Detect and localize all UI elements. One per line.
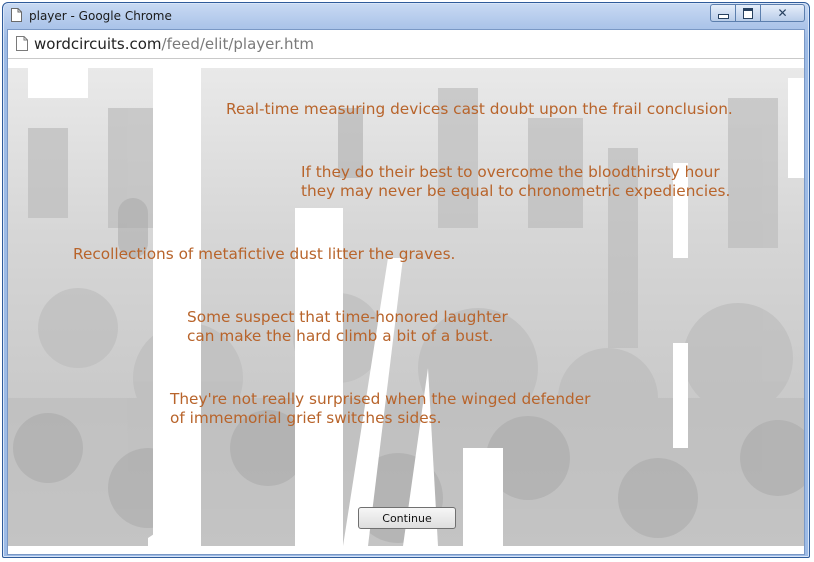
title-bar[interactable]: player - Google Chrome ✕ — [3, 3, 809, 29]
close-icon: ✕ — [777, 6, 788, 20]
address-bar[interactable]: wordcircuits.com/feed/elit/player.htm — [8, 30, 804, 59]
page-viewport: Real-time measuring devices cast doubt u… — [8, 59, 804, 554]
url-host: wordcircuits.com — [34, 35, 162, 53]
close-button[interactable]: ✕ — [761, 4, 805, 22]
document-icon — [11, 8, 22, 22]
url-text[interactable]: wordcircuits.com/feed/elit/player.htm — [34, 35, 314, 53]
poem-line: They're not really surprised when the wi… — [170, 390, 591, 408]
url-path: /feed/elit/player.htm — [161, 35, 314, 53]
poem-line: of immemorial grief switches sides. — [170, 409, 442, 427]
browser-window: player - Google Chrome ✕ wordcircuits.co… — [2, 2, 810, 558]
document-icon — [16, 36, 28, 51]
maximize-button[interactable] — [736, 4, 761, 22]
poem-line: Some suspect that time-honored laughter — [187, 308, 508, 326]
window-title: player - Google Chrome — [29, 9, 172, 23]
browser-client-area: wordcircuits.com/feed/elit/player.htm Re… — [7, 29, 805, 555]
background-collage — [8, 68, 804, 546]
poem-line: Real-time measuring devices cast doubt u… — [226, 100, 733, 118]
poem-line: can make the hard climb a bit of a bust. — [187, 327, 494, 345]
window-controls: ✕ — [710, 4, 805, 22]
poem-line: Recollections of metafictive dust litter… — [73, 245, 456, 263]
minimize-icon — [717, 13, 729, 19]
poem-line: If they do their best to overcome the bl… — [301, 163, 720, 181]
continue-button[interactable]: Continue — [358, 507, 456, 529]
poem-line: they may never be equal to chronometric … — [301, 182, 731, 200]
minimize-button[interactable] — [710, 4, 736, 22]
maximize-icon — [743, 7, 753, 19]
